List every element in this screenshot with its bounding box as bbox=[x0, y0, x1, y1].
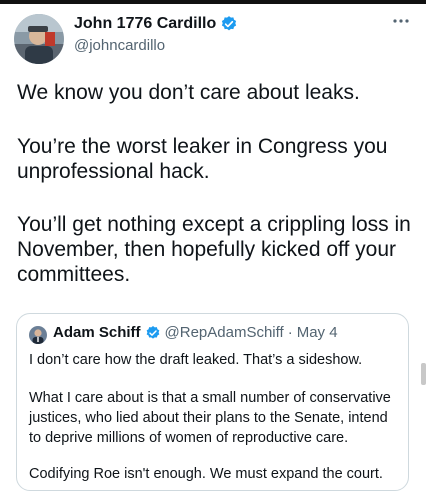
verified-badge-icon bbox=[145, 325, 161, 341]
verified-badge-icon bbox=[220, 15, 238, 33]
more-horizontal-icon[interactable] bbox=[390, 14, 412, 28]
tweet-text-paragraph-1: We know you don’t care about leaks. bbox=[17, 81, 360, 104]
quoted-header: Adam Schiff @RepAdamSchiff · May 4 bbox=[53, 324, 338, 341]
quoted-author-handle: @RepAdamSchiff bbox=[164, 324, 284, 341]
quoted-avatar bbox=[29, 326, 47, 344]
tweet-text-paragraph-2: You’re the worst leaker in Congress you … bbox=[17, 135, 388, 183]
top-bar bbox=[0, 0, 426, 4]
quoted-text-paragraph-1: I don’t care how the draft leaked. That’… bbox=[29, 352, 363, 368]
author-handle[interactable]: @johncardillo bbox=[74, 37, 165, 54]
quoted-date: May 4 bbox=[296, 324, 338, 341]
avatar[interactable] bbox=[14, 14, 64, 64]
quoted-text-paragraph-3: Codifying Roe isn't enough. We must expa… bbox=[29, 466, 383, 482]
scrollbar-thumb[interactable] bbox=[421, 363, 426, 385]
quoted-text-paragraph-2: What I care about is that a small number… bbox=[29, 390, 391, 446]
quoted-author-name: Adam Schiff bbox=[53, 324, 141, 341]
author-name[interactable]: John 1776 Cardillo bbox=[74, 15, 216, 33]
tweet-text-paragraph-3: You’ll get nothing except a crippling lo… bbox=[17, 213, 411, 286]
quoted-tweet-card[interactable]: Adam Schiff @RepAdamSchiff · May 4 I don… bbox=[16, 313, 409, 491]
author-name-row[interactable]: John 1776 Cardillo bbox=[74, 15, 238, 33]
quoted-separator: · bbox=[287, 324, 293, 341]
